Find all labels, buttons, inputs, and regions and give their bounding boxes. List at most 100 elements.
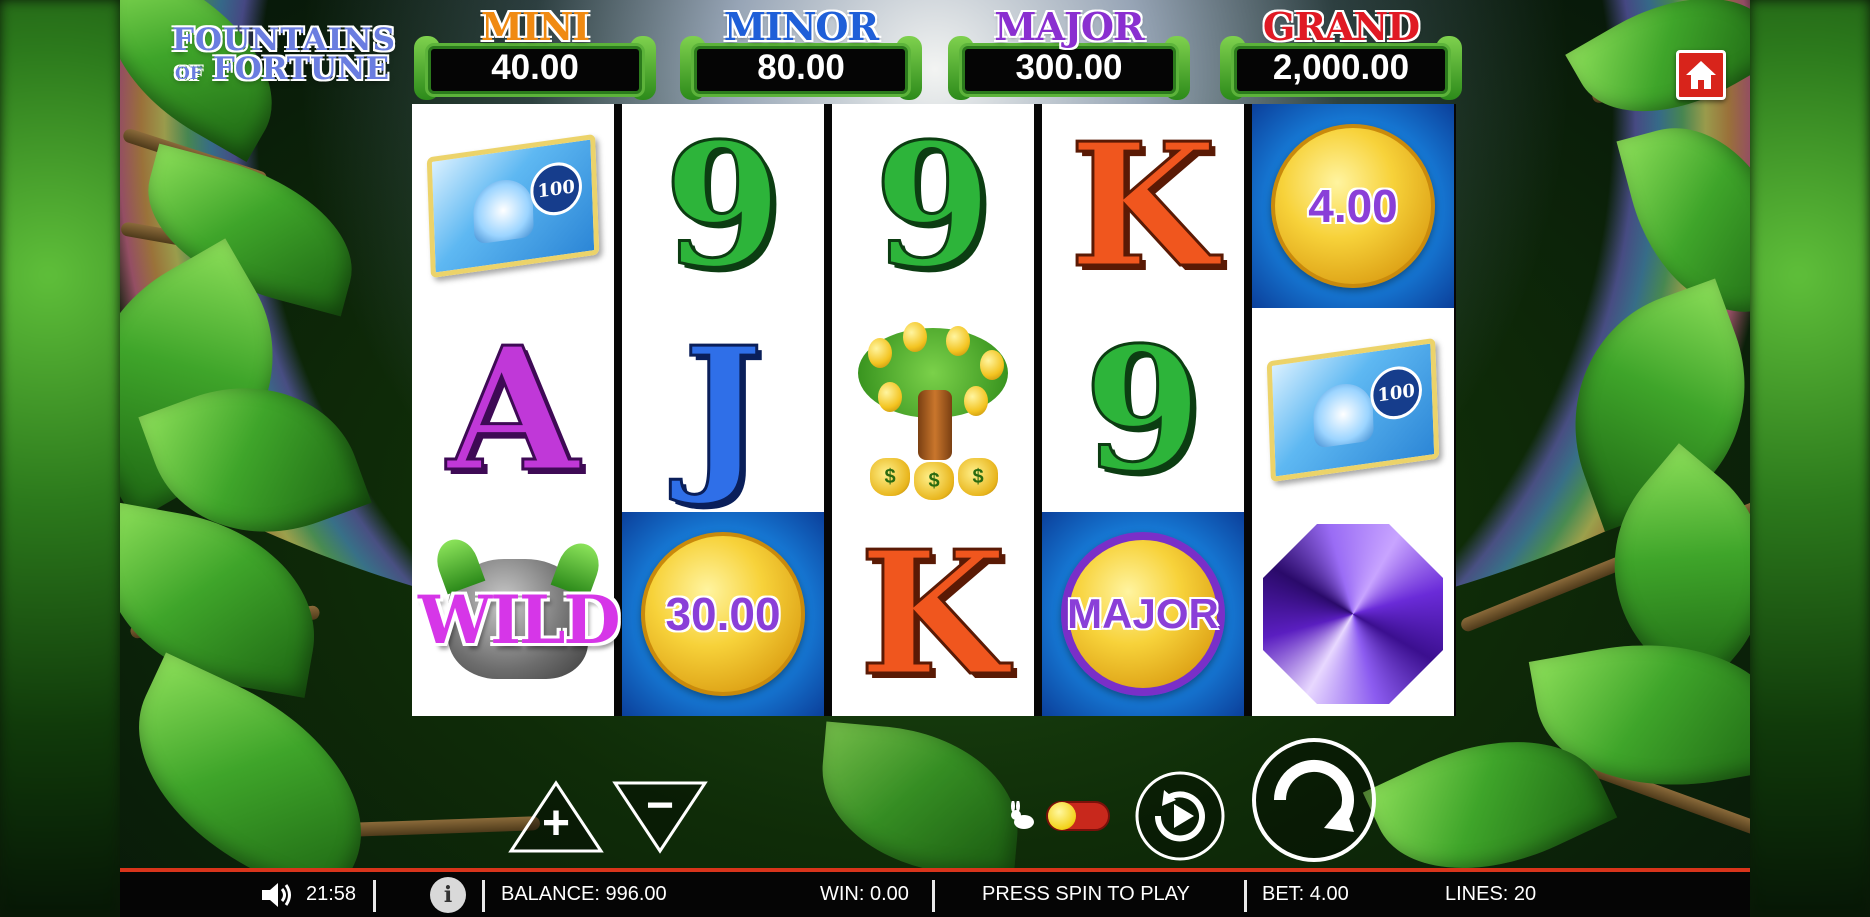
- letter-symbol: 9: [662, 106, 783, 306]
- symbol-banknote: 100: [412, 104, 614, 308]
- status-message: PRESS SPIN TO PLAY: [982, 883, 1190, 905]
- letter-symbol: K: [858, 514, 1009, 714]
- symbol-money-tree: $ $ $: [832, 308, 1034, 512]
- reel-1: 100 A WILD: [412, 104, 621, 716]
- symbol-gem: [1252, 512, 1454, 716]
- banknote-value: 100: [529, 159, 583, 219]
- coin-symbol: MAJOR: [1061, 532, 1225, 696]
- symbol-letter-9: 9: [1042, 308, 1244, 512]
- jackpot-value: 40.00: [491, 48, 579, 87]
- logo-line-2-small: OF: [175, 64, 202, 85]
- bet-increase-button[interactable]: +: [508, 780, 604, 859]
- balance-display: BALANCE: 996.00: [501, 883, 667, 905]
- autoplay-icon: [1135, 771, 1225, 861]
- divider: [1244, 880, 1247, 912]
- banknote-symbol: 100: [1266, 337, 1440, 483]
- banknote-symbol: 100: [426, 133, 600, 279]
- letter-symbol: K: [1068, 106, 1219, 306]
- letter-symbol: A: [446, 310, 581, 510]
- symbol-coin: 30.00: [622, 512, 824, 716]
- plus-icon: +: [541, 797, 571, 850]
- fountain-icon: [1312, 380, 1374, 449]
- jackpot-title: MINOR: [723, 4, 879, 49]
- logo-line-2-main: FORTUNE: [212, 51, 389, 88]
- money-bag: $: [870, 458, 910, 496]
- coin-symbol: 4.00: [1271, 124, 1435, 288]
- jackpot-grand: GRAND 2,000.00: [1216, 0, 1466, 100]
- symbol-coin: 4.00: [1252, 104, 1454, 308]
- jackpot-title: MAJOR: [994, 4, 1144, 49]
- wild-label: WILD: [418, 581, 621, 659]
- symbol-coin-major: MAJOR: [1042, 512, 1244, 716]
- letter-symbol: 9: [872, 106, 993, 306]
- lines-display: LINES: 20: [1445, 883, 1537, 905]
- reels-grid: 100 A WILD 9 J 30.00 9 $ $ $ K K 9 MAJOR…: [412, 104, 1456, 716]
- jackpot-minor: MINOR 80.00: [676, 0, 926, 100]
- home-icon: [1686, 61, 1716, 89]
- symbol-letter-j: J: [622, 308, 824, 512]
- letter-symbol: 9: [1082, 310, 1203, 510]
- symbol-letter-k: K: [832, 512, 1034, 716]
- turbo-toggle[interactable]: [1046, 801, 1110, 831]
- jackpot-value: 2,000.00: [1272, 48, 1410, 87]
- coin-fruit: [868, 338, 892, 368]
- info-icon: i: [430, 876, 466, 913]
- win-display: WIN: 0.00: [820, 883, 909, 905]
- fountain-icon: [472, 176, 534, 245]
- jackpot-value: 300.00: [1015, 48, 1123, 87]
- letter-symbol: J: [681, 310, 764, 510]
- right-blur-panel: [1750, 0, 1870, 917]
- autoplay-button[interactable]: [1134, 770, 1226, 862]
- coin-fruit: [980, 350, 1004, 380]
- game-logo: FOUNTAINS OF FORTUNE: [172, 24, 395, 85]
- symbol-letter-k: K: [1042, 104, 1244, 308]
- divider: [373, 880, 376, 912]
- coin-value: 30.00: [665, 588, 781, 640]
- money-bag: $: [958, 458, 998, 496]
- purple-gem-symbol: [1263, 524, 1443, 704]
- jackpot-value: 80.00: [757, 48, 845, 87]
- divider: [932, 880, 935, 912]
- reel-3: 9 $ $ $ K: [832, 104, 1034, 716]
- logo-line-2: OF FORTUNE: [172, 54, 392, 85]
- clock-time: 21:58: [306, 883, 357, 905]
- left-blur-panel: [0, 0, 120, 917]
- sound-button[interactable]: [260, 872, 294, 917]
- leaf: [814, 721, 1026, 868]
- money-tree-symbol: $ $ $: [848, 320, 1018, 500]
- status-bar: 21:58 i BALANCE: 996.00 WIN: 0.00 PRESS …: [120, 868, 1750, 917]
- rabbit-icon: [1008, 800, 1036, 838]
- jackpot-mini: MINI 40.00: [410, 0, 660, 100]
- reel-2: 9 J 30.00: [622, 104, 824, 716]
- symbol-banknote: 100: [1252, 308, 1454, 512]
- home-button[interactable]: [1676, 50, 1726, 100]
- divider: [482, 880, 485, 912]
- symbol-letter-a: A: [412, 308, 614, 512]
- bet-decrease-button[interactable]: −: [612, 779, 708, 859]
- symbol-wild: WILD: [412, 512, 621, 716]
- coin-value: MAJOR: [1067, 590, 1219, 637]
- coin-fruit: [903, 322, 927, 352]
- jackpot-title: GRAND: [1262, 4, 1420, 49]
- jackpot-title: MINI: [480, 4, 590, 49]
- coin-fruit: [964, 386, 988, 416]
- jackpot-major: MAJOR 300.00: [944, 0, 1194, 100]
- reel-4: K 9 MAJOR: [1042, 104, 1244, 716]
- coin-value: 4.00: [1308, 180, 1398, 232]
- bet-display: BET: 4.00: [1262, 883, 1349, 905]
- coin-fruit: [946, 326, 970, 356]
- reel-5: 4.00 100: [1252, 104, 1454, 716]
- speaker-icon: [262, 882, 291, 907]
- spin-button[interactable]: [1250, 736, 1378, 864]
- toggle-knob: [1048, 802, 1076, 830]
- coin-symbol: 30.00: [641, 532, 805, 696]
- minus-icon: −: [645, 779, 675, 832]
- coin-fruit: [878, 382, 902, 412]
- symbol-letter-9: 9: [622, 104, 824, 308]
- spin-icon: [1252, 738, 1376, 862]
- banknote-value: 100: [1369, 363, 1423, 423]
- symbol-letter-9: 9: [832, 104, 1034, 308]
- tree-trunk: [918, 390, 952, 460]
- money-bag: $: [914, 462, 954, 500]
- info-button[interactable]: i: [430, 872, 466, 917]
